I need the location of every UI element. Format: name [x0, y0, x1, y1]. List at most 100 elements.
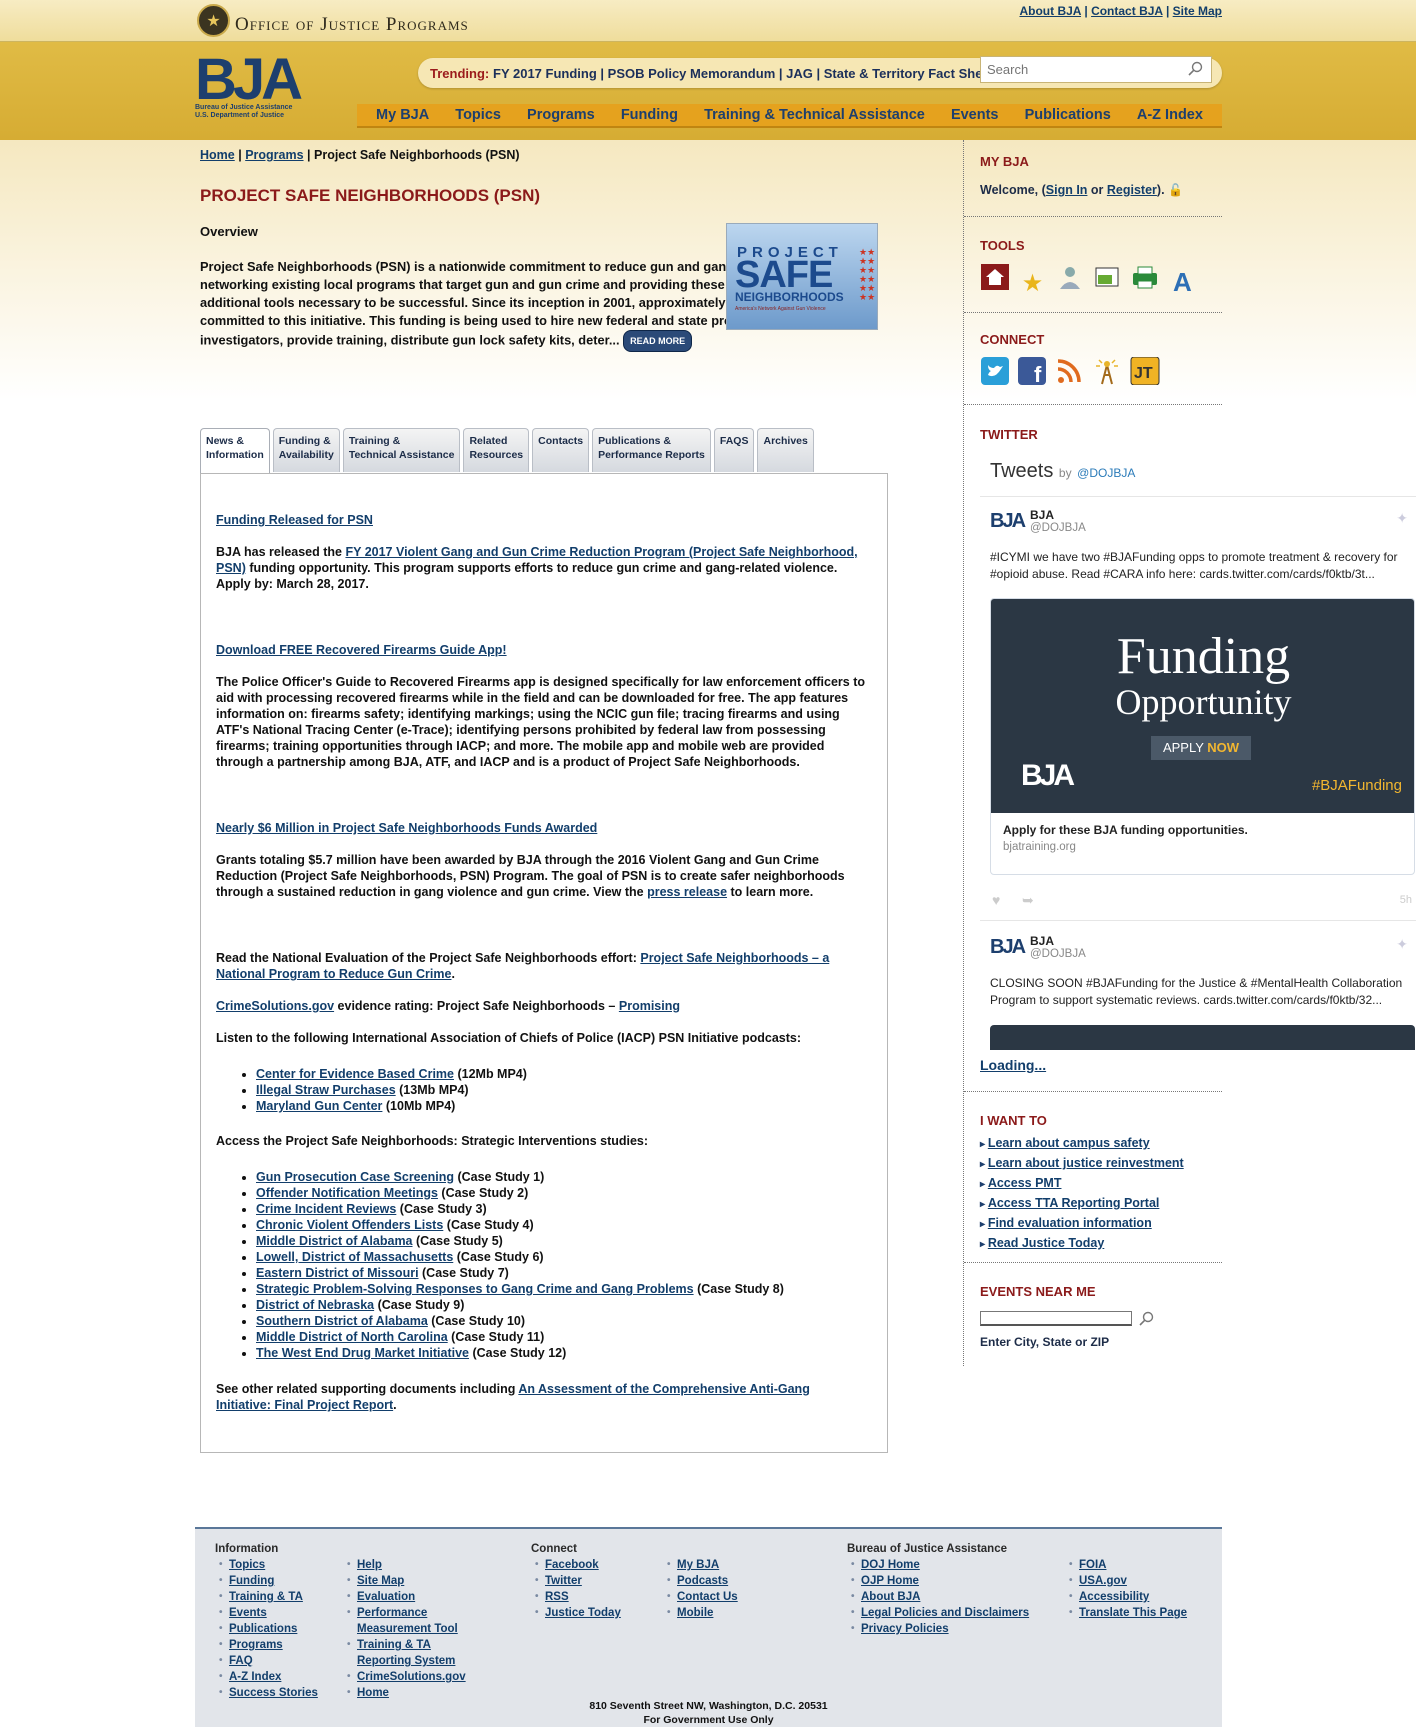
footer-link-privacy-policies[interactable]: Privacy Policies	[861, 1623, 949, 1635]
site-map-link[interactable]: Site Map	[1173, 4, 1222, 18]
i-want-link-learn-about-campus-safety[interactable]: Learn about campus safety	[988, 1136, 1150, 1150]
footer-link-home[interactable]: Home	[357, 1687, 389, 1699]
tab-related-resources[interactable]: Related Resources	[463, 428, 530, 472]
home-icon[interactable]	[980, 263, 1010, 291]
footer-link-training-ta[interactable]: Training & TA	[229, 1591, 303, 1603]
breadcrumb-home[interactable]: Home	[200, 148, 235, 162]
footer-link-justice-today[interactable]: Justice Today	[545, 1607, 621, 1619]
footer-link-mobile[interactable]: Mobile	[677, 1607, 713, 1619]
case-study-link[interactable]: Strategic Problem-Solving Responses to G…	[256, 1282, 694, 1296]
podcast-link[interactable]: Maryland Gun Center	[256, 1099, 382, 1113]
nav-az-index[interactable]: A-Z Index	[1137, 107, 1203, 123]
case-study-link[interactable]: The West End Drug Market Initiative	[256, 1346, 469, 1360]
podcast-link[interactable]: Center for Evidence Based Crime	[256, 1067, 454, 1081]
facebook-icon[interactable]: f	[1017, 357, 1047, 387]
tab-news-information[interactable]: News & Information	[200, 428, 270, 474]
tab-publications-reports[interactable]: Publications & Performance Reports	[592, 428, 711, 472]
footer-link-doj-home[interactable]: DOJ Home	[861, 1559, 920, 1571]
i-want-link-learn-about-justice-reinvestment[interactable]: Learn about justice reinvestment	[988, 1156, 1184, 1170]
loading-link[interactable]: Loading...	[980, 1057, 1046, 1073]
footer-link-foia[interactable]: FOIA	[1079, 1559, 1106, 1571]
tweet-1-author[interactable]: BJA @DOJBJA	[1030, 508, 1086, 534]
promising-rating-link[interactable]: Promising	[619, 999, 680, 1013]
location-input[interactable]	[980, 1311, 1132, 1326]
crimesolutions-link[interactable]: CrimeSolutions.gov	[216, 999, 334, 1013]
case-study-link[interactable]: Crime Incident Reviews	[256, 1202, 396, 1216]
case-study-link[interactable]: District of Nebraska	[256, 1298, 374, 1312]
nav-publications[interactable]: Publications	[1025, 107, 1111, 123]
i-want-link-read-justice-today[interactable]: Read Justice Today	[988, 1236, 1104, 1250]
case-study-link[interactable]: Middle District of Alabama	[256, 1234, 413, 1248]
rss-icon[interactable]	[1055, 357, 1085, 385]
bja-avatar[interactable]: BJA	[990, 510, 1026, 533]
justice-today-icon[interactable]: JT	[1130, 356, 1160, 386]
footer-link-topics[interactable]: Topics	[229, 1559, 265, 1571]
footer-link-training-ta-reporting-system[interactable]: Training & TA Reporting System	[357, 1639, 455, 1667]
sign-in-link[interactable]: Sign In	[1046, 183, 1088, 197]
footer-link-twitter[interactable]: Twitter	[545, 1575, 582, 1587]
twitter-icon[interactable]	[980, 357, 1010, 385]
share-icon[interactable]: ➥	[1022, 892, 1034, 909]
print-icon[interactable]	[1130, 263, 1160, 291]
tab-faqs[interactable]: FAQS	[713, 428, 755, 472]
footer-link-events[interactable]: Events	[229, 1607, 267, 1619]
i-want-link-access-tta-reporting-portal[interactable]: Access TTA Reporting Portal	[988, 1196, 1160, 1210]
tab-contacts[interactable]: Contacts	[532, 428, 590, 472]
footer-link-help[interactable]: Help	[357, 1559, 382, 1571]
like-icon[interactable]: ♥	[992, 892, 1000, 908]
nav-funding[interactable]: Funding	[621, 107, 678, 123]
register-link[interactable]: Register	[1107, 183, 1157, 197]
footer-link-podcasts[interactable]: Podcasts	[677, 1575, 728, 1587]
podcast-link[interactable]: Illegal Straw Purchases	[256, 1083, 396, 1097]
footer-link-success-stories[interactable]: Success Stories	[229, 1687, 318, 1699]
trending-jag[interactable]: JAG	[786, 66, 813, 81]
nav-events[interactable]: Events	[951, 107, 999, 123]
tab-archives[interactable]: Archives	[757, 428, 814, 472]
case-study-link[interactable]: Eastern District of Missouri	[256, 1266, 419, 1280]
star-icon[interactable]: ★	[1017, 270, 1047, 298]
bja-logo[interactable]: BJA Bureau of Justice Assistance U.S. De…	[195, 51, 310, 126]
footer-link-translate-this-page[interactable]: Translate This Page	[1079, 1607, 1187, 1619]
nav-my-bja[interactable]: My BJA	[376, 107, 429, 123]
footer-link-rss[interactable]: RSS	[545, 1591, 569, 1603]
tab-training-ta[interactable]: Training & Technical Assistance	[342, 428, 461, 472]
nav-training[interactable]: Training & Technical Assistance	[704, 107, 925, 123]
footer-link-crimesolutions-gov[interactable]: CrimeSolutions.gov	[357, 1671, 466, 1683]
case-study-link[interactable]: Gun Prosecution Case Screening	[256, 1170, 454, 1184]
about-bja-link[interactable]: About BJA	[1019, 4, 1081, 18]
nav-topics[interactable]: Topics	[455, 107, 501, 123]
read-more-button[interactable]: READ MORE	[623, 330, 693, 352]
case-study-link[interactable]: Lowell, District of Massachusetts	[256, 1250, 453, 1264]
footer-link-about-bja[interactable]: About BJA	[861, 1591, 920, 1603]
breadcrumb-programs[interactable]: Programs	[245, 148, 303, 162]
footer-link-site-map[interactable]: Site Map	[357, 1575, 404, 1587]
ojp-title[interactable]: Office of Justice Programs	[235, 14, 469, 36]
tab-funding-availability[interactable]: Funding & Availability	[272, 428, 340, 472]
broadcast-tower-icon[interactable]	[1092, 357, 1122, 385]
search-icon[interactable]	[1138, 1311, 1154, 1327]
text-size-icon[interactable]: A	[1167, 268, 1197, 296]
trending-psob-memo[interactable]: PSOB Policy Memorandum	[608, 66, 776, 81]
search-input[interactable]	[981, 57, 1181, 82]
footer-link-usa-gov[interactable]: USA.gov	[1079, 1575, 1127, 1587]
tweet-2-author[interactable]: BJA @DOJBJA	[1030, 934, 1086, 960]
tweet-card[interactable]: Funding Opportunity APPLY NOW BJA #BJAFu…	[990, 598, 1415, 875]
case-study-link[interactable]: Southern District of Alabama	[256, 1314, 428, 1328]
footer-link-facebook[interactable]: Facebook	[545, 1559, 599, 1571]
contact-bja-link[interactable]: Contact BJA	[1091, 4, 1163, 18]
footer-link-legal-policies-and-disclaimers[interactable]: Legal Policies and Disclaimers	[861, 1607, 1029, 1619]
bja-avatar[interactable]: BJA	[990, 936, 1026, 959]
footer-link-accessibility[interactable]: Accessibility	[1079, 1591, 1149, 1603]
news-title-funding-released[interactable]: Funding Released for PSN	[216, 513, 373, 527]
footer-link-publications[interactable]: Publications	[229, 1623, 297, 1635]
news-title-funds-awarded[interactable]: Nearly $6 Million in Project Safe Neighb…	[216, 821, 597, 835]
footer-link-evaluation[interactable]: Evaluation	[357, 1591, 415, 1603]
footer-link-programs[interactable]: Programs	[229, 1639, 283, 1651]
document-icon[interactable]	[1092, 263, 1122, 291]
footer-link-performance-measurement-tool[interactable]: Performance Measurement Tool	[357, 1607, 458, 1635]
trending-fact-sheets[interactable]: State & Territory Fact Sheets	[824, 66, 1001, 81]
news-title-firearms-app[interactable]: Download FREE Recovered Firearms Guide A…	[216, 643, 507, 657]
tweet-2-card-image[interactable]	[990, 1025, 1415, 1050]
search-icon[interactable]	[1187, 61, 1203, 77]
dojbja-handle-link[interactable]: @DOJBJA	[1077, 466, 1135, 480]
